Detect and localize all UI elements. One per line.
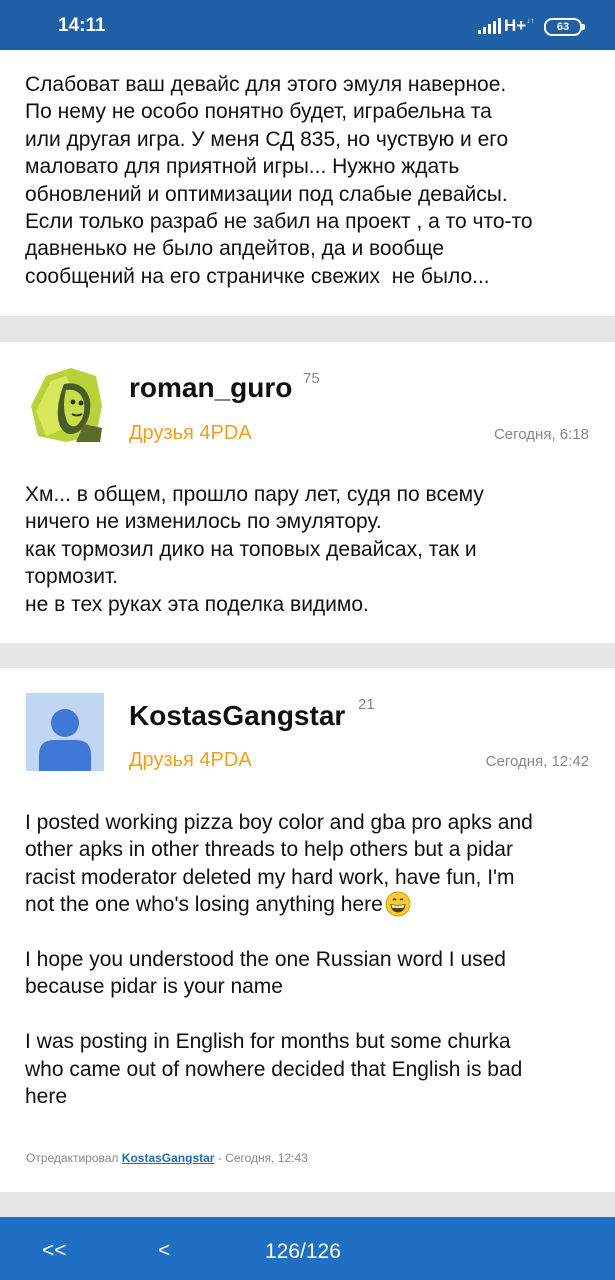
status-bar: 14:11 H+↓↑ 63 <box>0 0 615 50</box>
post-body: Хм... в общем, прошло пару лет, судя по … <box>25 483 484 616</box>
signal-icon <box>478 18 501 34</box>
reputation-count[interactable]: 21 <box>358 696 375 713</box>
post-body-paragraph: I hope you understood the one Russian wo… <box>25 948 523 1109</box>
status-time: 14:11 <box>58 15 106 36</box>
battery-icon: 63 <box>544 18 585 36</box>
grinning-face-icon <box>385 891 411 917</box>
post-card: Слабоват ваш девайс для этого эмуля наве… <box>0 50 615 316</box>
page-indicator[interactable]: 126/126 <box>265 1240 341 1264</box>
post-body: I posted working pizza boy color and gba… <box>25 809 597 1110</box>
edited-note: Отредактировал KostasGangstar - Сегодня,… <box>26 1151 308 1165</box>
previous-page-button[interactable]: < <box>158 1239 170 1263</box>
default-avatar-icon[interactable] <box>26 693 104 771</box>
username[interactable]: roman_guro <box>129 372 292 404</box>
user-avatar[interactable] <box>26 366 104 444</box>
editor-link[interactable]: KostasGangstar <box>122 1151 215 1165</box>
user-group: Друзья 4PDA <box>129 422 252 444</box>
username[interactable]: KostasGangstar <box>129 700 345 732</box>
first-page-button[interactable]: << <box>42 1239 67 1263</box>
post-date: Сегодня, 12:42 <box>485 753 589 770</box>
post-body-paragraph: I posted working pizza boy color and gba… <box>25 811 533 917</box>
post-card: KostasGangstar 21 Друзья 4PDA Сегодня, 1… <box>0 668 615 1192</box>
post-card: roman_guro 75 Друзья 4PDA Сегодня, 6:18 … <box>0 342 615 643</box>
post-date: Сегодня, 6:18 <box>493 426 589 443</box>
post-body: Слабоват ваш девайс для этого эмуля наве… <box>25 73 533 288</box>
pagination-bar: << < 126/126 <box>0 1217 615 1280</box>
network-indicator: H+↓↑ <box>504 16 535 35</box>
user-group: Друзья 4PDA <box>129 749 252 771</box>
reputation-count[interactable]: 75 <box>303 370 320 387</box>
